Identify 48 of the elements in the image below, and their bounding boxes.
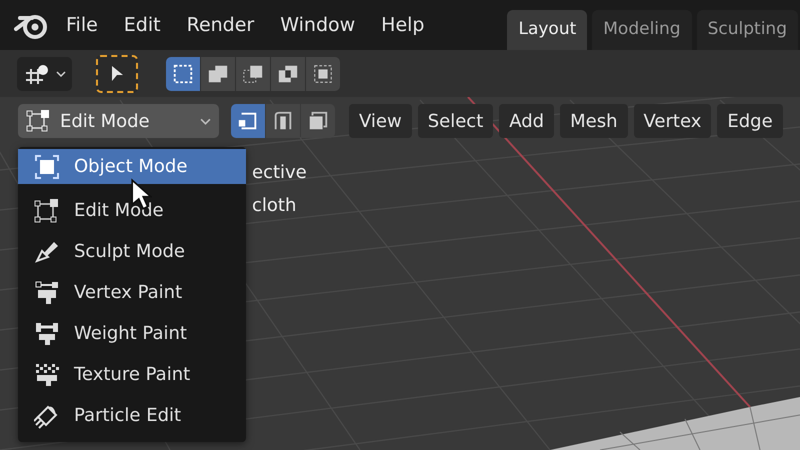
menu-item[interactable]: Edit — [124, 14, 161, 36]
menu-item[interactable]: Window — [280, 14, 356, 36]
header-menu-button[interactable]: Edge — [717, 104, 783, 138]
menu-item[interactable]: Help — [381, 14, 424, 36]
texture-paint-icon — [34, 362, 60, 388]
mesh-select-mode-button[interactable] — [231, 104, 265, 138]
mesh-select-mode-button[interactable] — [301, 104, 335, 138]
mode-menu-item[interactable]: Sculpt Mode — [18, 231, 246, 272]
menu-item[interactable]: Render — [186, 14, 254, 36]
mesh-select-mode-button[interactable] — [266, 104, 300, 138]
mode-menu-item[interactable]: Vertex Paint — [18, 272, 246, 313]
edit-mode-icon — [34, 198, 60, 224]
object-type-visibility-button[interactable] — [17, 56, 72, 90]
header-menu-button[interactable]: Vertex — [634, 104, 712, 138]
mode-menu-item[interactable]: Object Mode — [18, 149, 246, 184]
mode-menu-item[interactable]: Weight Paint — [18, 313, 246, 354]
edge-select-icon — [272, 110, 294, 132]
workspace-tab[interactable]: Modeling — [592, 10, 692, 50]
select-tool-button[interactable] — [96, 54, 138, 92]
workspace-tab[interactable]: Sculpting — [696, 10, 798, 50]
selection-mode-button[interactable] — [166, 56, 200, 90]
mode-menu-item[interactable]: Edit Mode — [18, 190, 246, 231]
selection-mode-button[interactable] — [306, 56, 340, 90]
dashed-square-icon — [172, 62, 194, 84]
selection-mode-button[interactable] — [236, 56, 270, 90]
viewport-info-text: ective — [252, 162, 307, 183]
header-menu-button[interactable]: View — [349, 104, 412, 138]
caret-icon — [200, 118, 211, 124]
cursor-icon — [110, 64, 124, 82]
mode-dropdown[interactable]: Edit Mode — [18, 104, 219, 138]
vertex-select-icon — [237, 110, 259, 132]
weight-paint-icon — [34, 320, 60, 346]
dashed-inner-square-icon — [312, 62, 334, 84]
object-mode-icon — [34, 154, 60, 180]
caret-icon — [56, 70, 66, 76]
selection-mode-button[interactable] — [271, 56, 305, 90]
header-menu-button[interactable]: Mesh — [560, 104, 628, 138]
viewport-info-text: cloth — [252, 195, 298, 216]
header-menu-button[interactable]: Select — [418, 104, 494, 138]
header-menu-button[interactable]: Add — [499, 104, 554, 138]
edit-mode-icon — [26, 109, 50, 133]
selection-mode-button[interactable] — [201, 56, 235, 90]
mode-menu-item[interactable]: Particle Edit — [18, 395, 246, 436]
vertex-paint-icon — [34, 280, 60, 306]
mode-menu-item[interactable]: Texture Paint — [18, 354, 246, 395]
workspace-tab[interactable]: Layout — [507, 10, 588, 50]
menu-item[interactable]: File — [66, 14, 98, 36]
face-select-icon — [307, 110, 329, 132]
